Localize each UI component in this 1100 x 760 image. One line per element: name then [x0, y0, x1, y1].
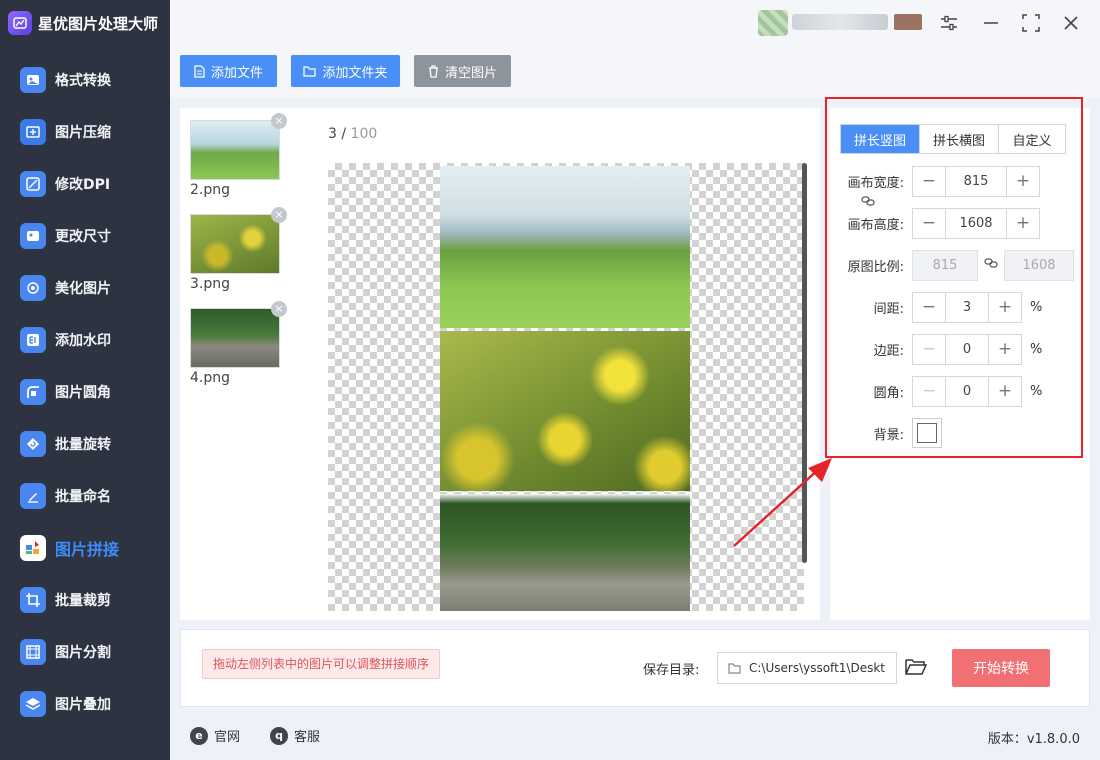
sidebar-item-label: 美化图片 — [55, 281, 111, 297]
support-label: 客服 — [294, 730, 321, 745]
preview-image-meadow — [440, 166, 690, 328]
add-file-button[interactable]: 添加文件 — [180, 55, 277, 87]
browse-folder-icon[interactable] — [905, 658, 928, 680]
thumbnail-3: × — [190, 207, 287, 274]
sidebar-item-round-corner[interactable]: 图片圆角 — [0, 366, 170, 418]
app-header: 星优图片处理大师 — [0, 0, 170, 46]
list-item[interactable]: × 3.png — [190, 207, 287, 292]
settings-sliders-icon[interactable] — [938, 12, 960, 34]
app-logo-icon — [8, 11, 32, 35]
add-folder-label: 添加文件夹 — [322, 65, 388, 81]
chat-icon: q — [270, 726, 288, 745]
sidebar-item-label: 添加水印 — [55, 333, 111, 349]
sidebar-item-label: 更改尺寸 — [55, 229, 111, 245]
sidebar-item-label: 修改DPI — [55, 177, 111, 193]
clear-images-button[interactable]: 清空图片 — [414, 55, 511, 87]
thumbnail-4: × — [190, 301, 287, 368]
sidebar-item-resize[interactable]: 更改尺寸 — [0, 210, 170, 262]
watermark-icon — [20, 327, 46, 353]
sidebar-item-label: 批量裁剪 — [55, 593, 111, 609]
stitch-icon — [20, 535, 46, 561]
save-dir-label: 保存目录: — [643, 663, 700, 678]
close-icon[interactable] — [1060, 12, 1082, 34]
sidebar-item-label: 图片叠加 — [55, 697, 111, 713]
sidebar-item-watermark[interactable]: 添加水印 — [0, 314, 170, 366]
annotation-highlight-box — [825, 97, 1083, 458]
file-name: 4.png — [190, 370, 231, 386]
sidebar-item-stitch[interactable]: 图片拼接 — [0, 522, 170, 574]
file-name: 3.png — [190, 276, 231, 292]
preview-image-river — [440, 494, 690, 611]
resize-icon — [20, 223, 46, 249]
bottom-bar: 拖动左侧列表中的图片可以调整拼接顺序 保存目录: C:\Users\yssoft… — [180, 629, 1090, 707]
sidebar-item-dpi[interactable]: 修改DPI — [0, 158, 170, 210]
split-icon — [20, 639, 46, 665]
crop-icon — [20, 587, 46, 613]
image-format-icon — [20, 67, 46, 93]
clear-images-label: 清空图片 — [444, 65, 497, 81]
minimize-icon[interactable] — [980, 12, 1002, 34]
file-name: 2.png — [190, 182, 231, 198]
list-item[interactable]: × 2.png — [190, 113, 287, 198]
footer: e 官网 q 客服 版本：v1.8.0.0 — [170, 712, 1100, 760]
order-hint: 拖动左侧列表中的图片可以调整拼接顺序 — [202, 649, 441, 679]
sidebar-item-format-convert[interactable]: 格式转换 — [0, 54, 170, 106]
website-link[interactable]: e 官网 — [190, 726, 240, 745]
sidebar-item-beautify[interactable]: 美化图片 — [0, 262, 170, 314]
add-file-label: 添加文件 — [210, 65, 263, 81]
sidebar-item-label: 图片分割 — [55, 645, 111, 661]
file-icon — [194, 64, 205, 78]
sidebar-item-label: 图片压缩 — [55, 125, 111, 141]
annotation-arrow-icon — [733, 458, 832, 547]
sidebar-item-label: 图片拼接 — [55, 540, 120, 559]
add-folder-button[interactable]: 添加文件夹 — [291, 55, 400, 87]
remove-icon[interactable]: × — [271, 301, 287, 317]
browser-icon: e — [190, 726, 208, 745]
thumbnail-2: × — [190, 113, 287, 180]
file-preview-panel: × 2.png × 3.png × 4.png 3 / 100 — [180, 108, 820, 620]
maximize-icon[interactable] — [1020, 12, 1042, 34]
trash-icon — [428, 64, 438, 78]
rename-icon — [20, 483, 46, 509]
toolbar: 添加文件 添加文件夹 清空图片 — [170, 46, 1100, 98]
sidebar-item-rename[interactable]: 批量命名 — [0, 470, 170, 522]
remove-icon[interactable]: × — [271, 207, 287, 223]
start-convert-button[interactable]: 开始转换 — [952, 649, 1050, 687]
folder-icon — [728, 662, 741, 674]
round-corner-icon — [20, 379, 46, 405]
sidebar-item-label: 批量旋转 — [55, 437, 111, 453]
file-counter: 3 / 100 — [328, 126, 378, 142]
dpi-icon — [20, 171, 46, 197]
sidebar: 星优图片处理大师 格式转换 图片压缩 修改DPI 更改尺寸 美化图片 添加水印 — [0, 0, 170, 760]
sidebar-item-label: 批量命名 — [55, 489, 111, 505]
layers-icon — [20, 691, 46, 717]
save-path-value: C:\Users\yssoft1\Deskt — [749, 661, 885, 675]
user-badge — [894, 14, 922, 30]
avatar[interactable] — [758, 10, 788, 36]
folder-icon — [303, 65, 317, 77]
sidebar-item-split[interactable]: 图片分割 — [0, 626, 170, 678]
rotate-icon — [20, 431, 46, 457]
sidebar-item-rotate[interactable]: 批量旋转 — [0, 418, 170, 470]
sidebar-nav: 格式转换 图片压缩 修改DPI 更改尺寸 美化图片 添加水印 图片圆角 批量旋转… — [0, 54, 170, 730]
remove-icon[interactable]: × — [271, 113, 287, 129]
save-path-field[interactable]: C:\Users\yssoft1\Deskt — [717, 652, 897, 684]
beautify-icon — [20, 275, 46, 301]
list-item[interactable]: × 4.png — [190, 301, 287, 386]
sidebar-item-overlay[interactable]: 图片叠加 — [0, 678, 170, 730]
file-count: 3 — [328, 126, 337, 142]
version-text: 版本：v1.8.0.0 — [987, 732, 1080, 747]
support-link[interactable]: q 客服 — [270, 726, 320, 745]
user-name-redacted — [792, 14, 888, 30]
preview-image-flowers — [440, 331, 690, 491]
sidebar-item-compress[interactable]: 图片压缩 — [0, 106, 170, 158]
app-title: 星优图片处理大师 — [38, 14, 159, 33]
website-label: 官网 — [214, 730, 241, 745]
sidebar-item-label: 图片圆角 — [55, 385, 111, 401]
compress-icon — [20, 119, 46, 145]
sidebar-item-crop[interactable]: 批量裁剪 — [0, 574, 170, 626]
sidebar-item-label: 格式转换 — [55, 73, 111, 89]
file-max: 100 — [350, 126, 378, 142]
title-bar — [170, 0, 1100, 46]
